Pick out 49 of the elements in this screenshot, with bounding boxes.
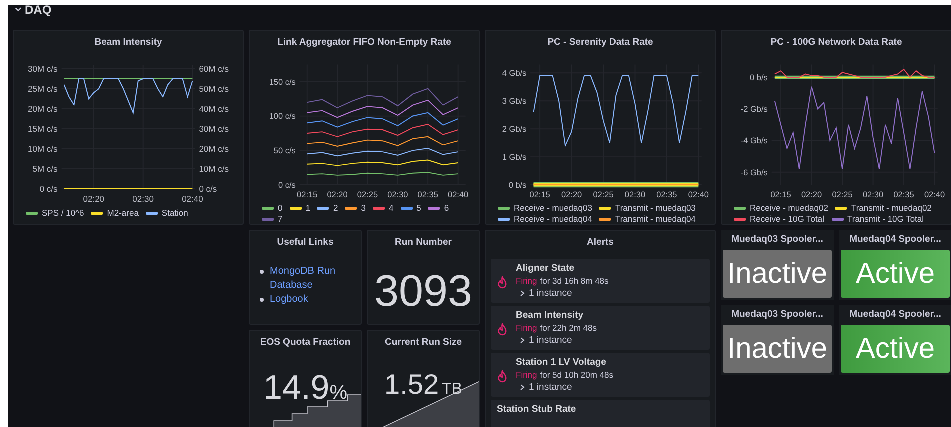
panel-title: Alerts <box>586 236 615 250</box>
axis-tick-label: 30M c/s <box>199 124 229 134</box>
axis-tick-label: 10M c/s <box>28 144 58 154</box>
axis-tick-label: 02:40 <box>182 194 204 204</box>
alert-duration: for 22h 2m 48s <box>540 323 597 333</box>
axis-tick-label: 5M c/s <box>32 164 58 174</box>
panel-title: PC - Serenity Data Rate <box>546 36 654 50</box>
alert-name: Station Stub Rate <box>497 404 576 415</box>
stat-value: 3093 <box>374 267 474 317</box>
status-value: Active <box>841 325 950 373</box>
axis-tick-label: 10M c/s <box>199 164 229 174</box>
status-value: Active <box>841 250 950 298</box>
alert-name: Station 1 LV Voltage <box>516 357 608 368</box>
panel-title: Link Aggregator FIFO Non-Empty Rate <box>276 36 452 50</box>
status-value: Inactive <box>723 325 832 373</box>
axis-tick-label: 15M c/s <box>28 124 58 134</box>
alert-status: Firing <box>516 323 538 333</box>
axis-tick-label: 30M c/s <box>28 64 58 74</box>
axis-tick-label: 02:20 <box>83 194 105 204</box>
axis-tick-label: 60M c/s <box>199 64 229 74</box>
stat-value: 1.52 <box>384 369 440 400</box>
alert-name: Aligner State <box>516 263 576 274</box>
stat-unit: TB <box>442 381 462 398</box>
panel-title: Current Run Size <box>384 336 464 350</box>
axis-tick-label: 20M c/s <box>199 144 229 154</box>
axis-tick-label: 40M c/s <box>199 104 229 114</box>
panel-title: EOS Quota Fraction <box>259 336 352 350</box>
alert-duration: for 3d 16h 8m 48s <box>540 276 609 286</box>
panel-title: Useful Links <box>276 236 335 250</box>
alert-duration: for 5d 10h 20m 48s <box>540 370 614 380</box>
axis-tick-label: 50M c/s <box>199 84 229 94</box>
panel-title: Muedaq04 Spooler... <box>848 233 942 247</box>
panel-title: Run Number <box>394 236 453 250</box>
alert-status: Firing <box>516 276 538 286</box>
status-value: Inactive <box>723 250 832 298</box>
panel-title: Muedaq04 Spooler... <box>848 308 942 322</box>
panel-title: PC - 100G Network Data Rate <box>770 36 904 50</box>
panel-title: Muedaq03 Spooler... <box>730 308 824 322</box>
alert-status: Firing <box>516 370 538 380</box>
axis-tick-label: 02:30 <box>132 194 154 204</box>
stat-unit: % <box>330 382 348 404</box>
axis-tick-label: 0 c/s <box>40 184 58 194</box>
panel-title: Beam Intensity <box>94 36 164 50</box>
axis-tick-label: 0 c/s <box>199 184 218 194</box>
panel-title: Muedaq03 Spooler... <box>730 233 824 247</box>
axis-tick-label: 25M c/s <box>28 84 58 94</box>
axis-tick-label: 20M c/s <box>28 104 58 114</box>
alert-name: Beam Intensity <box>516 310 585 321</box>
stat-value: 14.9 <box>264 369 330 407</box>
